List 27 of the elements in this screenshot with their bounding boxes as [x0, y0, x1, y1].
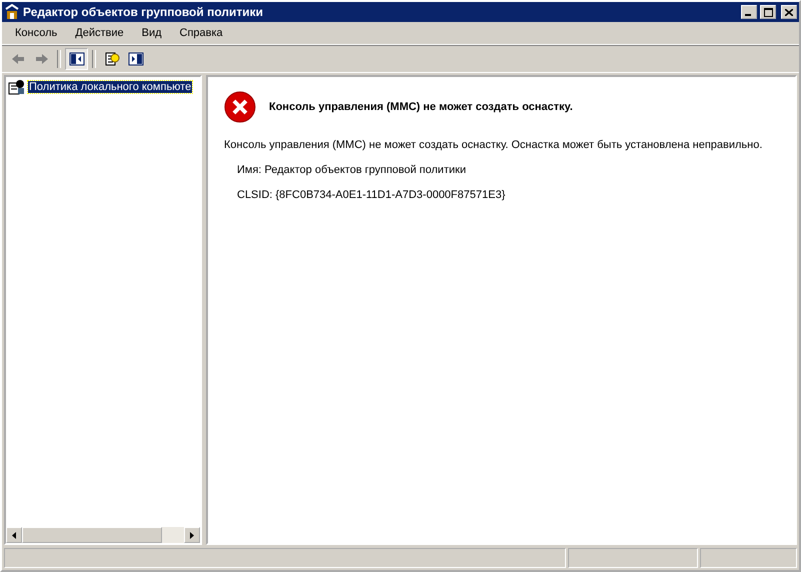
menu-item[interactable]: Действие — [66, 27, 133, 39]
error-icon — [224, 91, 256, 123]
window-title: Редактор объектов групповой политики — [23, 5, 264, 19]
detail-line: Имя: Редактор объектов групповой политики — [236, 164, 467, 176]
detail-line: CLSID: {8FC0B734-A0E1-11D1-A7D3-0000F87571E3} — [236, 189, 506, 201]
tree-pane-icon — [68, 51, 84, 67]
policy-icon — [8, 79, 26, 95]
error-heading: Консоль управления (MMC) не может создать оснастку. — [269, 101, 573, 113]
menu-item[interactable]: Вид — [132, 27, 171, 39]
right-arrow-icon — [190, 532, 194, 538]
forward-arrow-icon — [34, 51, 50, 67]
horizontal-scrollbar[interactable] — [6, 527, 200, 543]
action-pane-icon — [128, 51, 144, 67]
close-button[interactable] — [781, 5, 797, 19]
menu-item[interactable]: Справка — [170, 27, 232, 39]
maximize-button[interactable] — [760, 5, 776, 19]
help-icon — [104, 51, 120, 67]
app-icon — [4, 4, 20, 20]
maximize-icon — [764, 8, 772, 16]
close-icon — [785, 8, 793, 16]
tree-item[interactable]: Политика локального компьюте — [28, 81, 192, 93]
tree-pane-button[interactable] — [65, 48, 88, 70]
left-arrow-icon — [12, 532, 16, 538]
minimize-button[interactable] — [741, 5, 757, 19]
menu-item[interactable]: Консоль — [6, 27, 66, 39]
back-arrow-icon — [10, 51, 26, 67]
error-message: Консоль управления (MMC) не может создать оснастку. Оснастка может быть установлена неправильно. — [224, 139, 764, 151]
